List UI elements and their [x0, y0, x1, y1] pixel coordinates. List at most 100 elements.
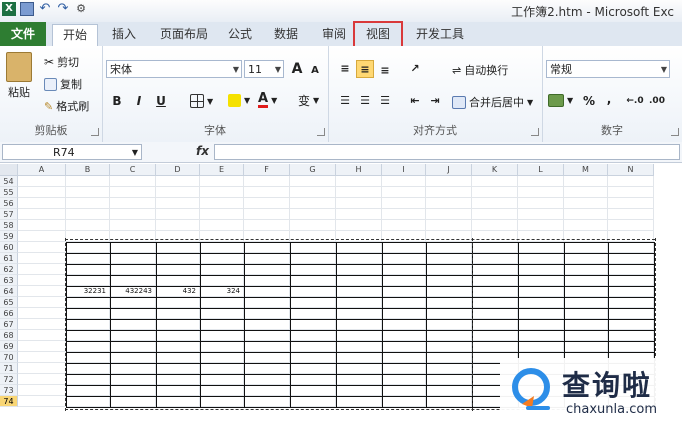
comma-button[interactable]: , [600, 90, 618, 108]
row-header-65[interactable]: 65 [0, 297, 18, 308]
row-header-55[interactable]: 55 [0, 187, 18, 198]
insert-function-icon[interactable]: fx [196, 144, 209, 158]
column-header-l[interactable]: L [518, 164, 564, 176]
tab-data[interactable]: 数据 [264, 24, 308, 45]
row-header-57[interactable]: 57 [0, 209, 18, 220]
column-header-f[interactable]: F [244, 164, 290, 176]
phonetic-button[interactable]: 变 ▼ [298, 92, 319, 109]
row-header-60[interactable]: 60 [0, 242, 18, 253]
tab-file[interactable]: 文件 [0, 22, 46, 46]
format-painter-label: 格式刷 [56, 100, 90, 113]
paste-label: 粘贴 [8, 86, 30, 99]
row-header-66[interactable]: 66 [0, 308, 18, 319]
format-painter-button[interactable]: ✎ 格式刷 [44, 98, 89, 114]
row-header-59[interactable]: 59 [0, 231, 18, 242]
copy-button[interactable]: 复制 [44, 76, 82, 92]
column-header-k[interactable]: K [472, 164, 518, 176]
orientation-button[interactable]: ↗ [406, 60, 424, 78]
align-bottom-button[interactable]: ≡ [376, 62, 394, 80]
column-header-g[interactable]: G [290, 164, 336, 176]
column-header-d[interactable]: D [156, 164, 200, 176]
clipboard-launcher-icon[interactable] [91, 128, 99, 136]
row-header-72[interactable]: 72 [0, 374, 18, 385]
font-name-select[interactable]: 宋体 ▼ [106, 60, 242, 78]
row-header-56[interactable]: 56 [0, 198, 18, 209]
column-header-j[interactable]: J [426, 164, 472, 176]
align-right-button[interactable]: ☰ [376, 92, 394, 110]
cell-d64[interactable]: 432 [156, 286, 196, 297]
row-header-54[interactable]: 54 [0, 176, 18, 187]
tab-insert[interactable]: 插入 [102, 24, 146, 45]
row-header-74[interactable]: 74 [0, 396, 18, 407]
font-size-select[interactable]: 11 ▼ [244, 60, 284, 78]
currency-button[interactable]: ▼ [548, 94, 573, 107]
column-header-m[interactable]: M [564, 164, 608, 176]
row-header-61[interactable]: 61 [0, 253, 18, 264]
cut-button[interactable]: ✂ 剪切 [44, 54, 79, 70]
column-header-b[interactable]: B [66, 164, 110, 176]
column-header-h[interactable]: H [336, 164, 382, 176]
chevron-down-icon: ▼ [244, 96, 251, 105]
number-format-select[interactable]: 常规 ▼ [546, 60, 670, 78]
tab-formulas[interactable]: 公式 [218, 24, 262, 45]
row-header-67[interactable]: 67 [0, 319, 18, 330]
column-header-a[interactable]: A [18, 164, 66, 176]
row-header-64[interactable]: 64 [0, 286, 18, 297]
column-header-e[interactable]: E [200, 164, 244, 176]
bold-button[interactable]: B [108, 92, 126, 110]
decrease-decimal-button[interactable]: .00 [648, 92, 666, 110]
tab-review[interactable]: 审阅 [312, 24, 356, 45]
undo-icon[interactable]: ↶ [38, 2, 52, 16]
increase-indent-button[interactable]: ⇥ [426, 92, 444, 110]
grow-font-button[interactable]: A [288, 60, 306, 78]
row-header-63[interactable]: 63 [0, 275, 18, 286]
cell-e64[interactable]: 324 [200, 286, 240, 297]
tab-developer[interactable]: 开发工具 [406, 24, 474, 45]
decrease-indent-button[interactable]: ⇤ [406, 92, 424, 110]
redo-icon[interactable]: ↷ [56, 2, 70, 16]
underline-button[interactable]: U [152, 92, 170, 110]
save-icon[interactable] [20, 2, 34, 16]
borders-button[interactable]: ▼ [190, 94, 213, 108]
tab-home[interactable]: 开始 [52, 24, 99, 47]
chevron-down-icon: ▼ [660, 65, 667, 74]
cell-c64[interactable]: 432243 [110, 286, 152, 297]
font-launcher-icon[interactable] [317, 128, 325, 136]
tab-page-layout[interactable]: 页面布局 [150, 24, 218, 45]
font-color-button[interactable]: A ▼ [258, 92, 277, 108]
paste-button[interactable]: 粘贴 [6, 52, 32, 100]
select-all-corner[interactable] [0, 164, 18, 176]
formula-input[interactable] [214, 144, 680, 160]
excel-app-icon[interactable]: X [2, 2, 16, 16]
customize-qat-icon[interactable]: ⚙ [74, 2, 88, 16]
row-header-68[interactable]: 68 [0, 330, 18, 341]
row-header-73[interactable]: 73 [0, 385, 18, 396]
number-launcher-icon[interactable] [671, 128, 679, 136]
row-header-70[interactable]: 70 [0, 352, 18, 363]
column-header-n[interactable]: N [608, 164, 654, 176]
fill-color-button[interactable]: ▼ [228, 94, 250, 107]
italic-button[interactable]: I [130, 92, 148, 110]
alignment-launcher-icon[interactable] [531, 128, 539, 136]
column-header-i[interactable]: I [382, 164, 426, 176]
row-header-62[interactable]: 62 [0, 264, 18, 275]
merge-center-button[interactable]: 合并后居中 ▼ [452, 94, 533, 110]
percent-button[interactable]: % [580, 92, 598, 110]
increase-decimal-button[interactable]: ←.0 [626, 92, 644, 110]
tab-view[interactable]: 视图 [352, 21, 404, 48]
align-middle-button[interactable]: ≡ [356, 60, 374, 78]
align-center-button[interactable]: ☰ [356, 92, 374, 110]
shrink-font-button[interactable]: A [306, 62, 324, 80]
cell-border [156, 242, 157, 407]
align-left-button[interactable]: ☰ [336, 92, 354, 110]
cell-border [66, 308, 654, 309]
row-header-71[interactable]: 71 [0, 363, 18, 374]
cell-b64[interactable]: 32231 [66, 286, 106, 297]
cell-border [66, 264, 654, 265]
align-top-button[interactable]: ≡ [336, 60, 354, 78]
name-box[interactable]: R74 ▼ [2, 144, 142, 160]
wrap-text-button[interactable]: ⇌ 自动换行 [452, 62, 508, 78]
column-header-c[interactable]: C [110, 164, 156, 176]
row-header-58[interactable]: 58 [0, 220, 18, 231]
row-header-69[interactable]: 69 [0, 341, 18, 352]
